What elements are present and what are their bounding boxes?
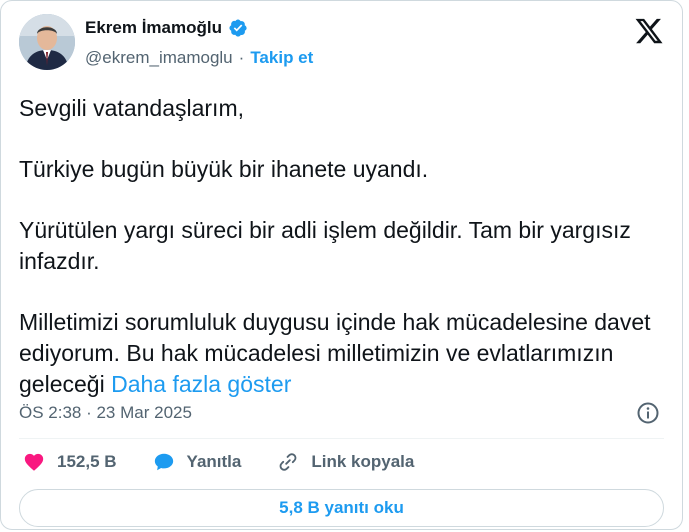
avatar-photo	[19, 14, 75, 70]
read-replies-button[interactable]: 5,8 B yanıtı oku	[19, 489, 664, 527]
tweet-paragraph: Sevgili vatandaşlarım,	[19, 95, 244, 121]
tweet-text: Sevgili vatandaşlarım, Türkiye bugün büy…	[19, 93, 659, 400]
user-handle[interactable]: @ekrem_imamoglu	[85, 48, 233, 68]
divider	[19, 438, 664, 439]
tweet-paragraph-last: Milletimizi sorumluluk duygusu içinde ha…	[19, 307, 659, 400]
like-count: 152,5 B	[57, 452, 117, 471]
avatar[interactable]	[19, 14, 75, 70]
tweet-paragraph: Türkiye bugün büyük bir ihanete uyandı.	[19, 156, 429, 182]
handle-row: @ekrem_imamoglu · Takip et	[85, 48, 313, 68]
tweet-paragraph: Yürütülen yargı süreci bir adli işlem de…	[19, 217, 631, 274]
like-button[interactable]: 152,5 B	[23, 451, 117, 473]
display-name[interactable]: Ekrem İmamoğlu	[85, 18, 222, 38]
follow-button[interactable]: Takip et	[250, 48, 313, 68]
reply-button[interactable]: Yanıtla	[153, 451, 242, 473]
name-row: Ekrem İmamoğlu	[85, 18, 248, 38]
action-bar: 152,5 B Yanıtla Link kopyala	[23, 451, 450, 473]
separator-dot: ·	[238, 48, 245, 67]
copy-link-button[interactable]: Link kopyala	[277, 451, 414, 473]
heart-icon	[24, 453, 44, 471]
reply-label: Yanıtla	[186, 452, 242, 471]
copy-link-label: Link kopyala	[311, 452, 415, 471]
tweet-timestamp[interactable]: ÖS 2:38 · 23 Mar 2025	[19, 403, 192, 423]
link-icon	[279, 453, 297, 471]
tweet-card: Ekrem İmamoğlu @ekrem_imamoglu · Takip e…	[0, 0, 683, 530]
info-icon[interactable]	[636, 401, 660, 425]
show-more-link[interactable]: Daha fazla göster	[111, 371, 291, 397]
x-logo-icon[interactable]	[634, 16, 664, 46]
verified-badge-icon	[229, 19, 247, 37]
tweet-header: Ekrem İmamoğlu @ekrem_imamoglu · Takip e…	[19, 14, 664, 76]
speech-bubble-icon	[154, 453, 173, 471]
